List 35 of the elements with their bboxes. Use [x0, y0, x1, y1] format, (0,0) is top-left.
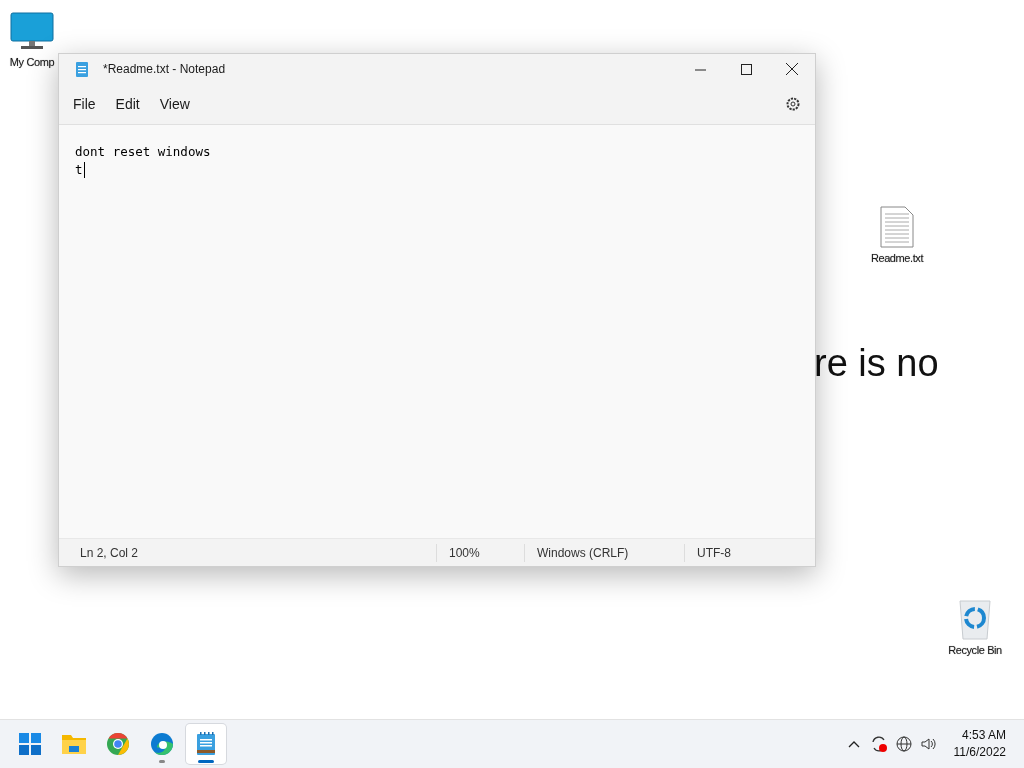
status-text: UTF-8 [684, 543, 815, 562]
notepad-icon [196, 732, 216, 756]
taskbar-app-button[interactable] [186, 724, 226, 764]
menu-item[interactable]: View [151, 90, 198, 118]
notepad-icon [75, 60, 89, 78]
text-line: t [75, 161, 83, 179]
recycle-bin-icon [957, 598, 993, 640]
desktop-icon-label[interactable]: My Comp [9, 56, 55, 68]
date-text: 11/6/2022 [953, 744, 1006, 761]
sync-icon[interactable] [869, 735, 888, 753]
text-editor[interactable]: dont reset windows t [59, 125, 815, 538]
monitor-icon [10, 12, 54, 52]
clock[interactable]: 4:53 AM 11/6/2022 [953, 727, 1006, 761]
folder-icon [61, 733, 87, 755]
desktop-icon-label[interactable]: Recycle Bin [948, 644, 1002, 656]
maximize-icon [740, 63, 752, 75]
network-globe-icon[interactable] [895, 736, 912, 752]
time-text: 4:53 AM [961, 727, 1006, 744]
chrome-icon [106, 732, 130, 756]
menu-item[interactable]: File [65, 90, 104, 118]
settings-icon[interactable] [785, 96, 801, 112]
desktop-text: re is no [814, 342, 939, 385]
status-text: Windows (CRLF) [524, 543, 684, 562]
text-line: dont reset windows [75, 143, 211, 161]
speaker-icon[interactable] [919, 736, 938, 752]
menu-item[interactable]: Edit [107, 90, 148, 118]
close-icon [786, 63, 798, 75]
window-title: *Readme.txt - Notepad [103, 62, 227, 76]
desktop-icon-label[interactable]: Readme.txt [870, 252, 924, 264]
text-cursor [83, 162, 85, 178]
windows-logo-icon [19, 733, 41, 755]
status-text: 100% [436, 543, 524, 562]
status-text: Ln 2, Col 2 [79, 544, 140, 562]
edge-icon [150, 732, 174, 756]
text-file-icon [880, 206, 914, 248]
